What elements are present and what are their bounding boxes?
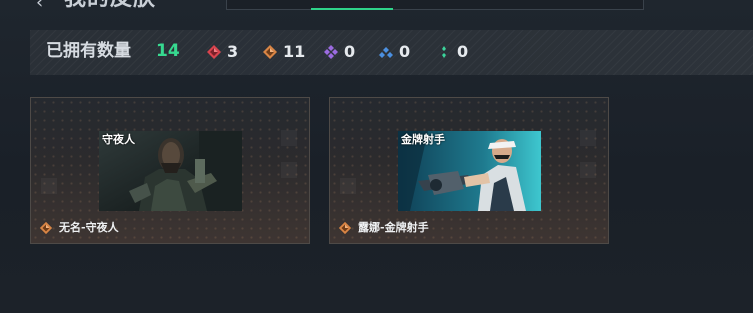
tab-strip[interactable] (226, 0, 644, 10)
card-decoration (281, 130, 297, 146)
skin-name: 无名-守夜人 (59, 221, 119, 234)
active-tab-indicator (311, 8, 393, 10)
skin-name-row: 露娜-金牌射手 (338, 220, 429, 236)
card-decoration (41, 178, 57, 194)
rarity-count-red: 3 (206, 42, 238, 62)
skin-thumbnail-logo: 金牌射手 (401, 133, 445, 146)
owned-count-bar: 已拥有数量 14 3 11 0 0 0 (30, 30, 753, 75)
orange-gem-icon (263, 45, 277, 59)
rarity-count-value: 3 (227, 42, 239, 61)
blue-gem-icon (379, 47, 393, 58)
card-decoration (281, 162, 297, 178)
skin-card[interactable]: 守夜人 无名-守夜人 (30, 97, 310, 244)
skin-thumbnail: 金牌射手 (398, 131, 541, 211)
rarity-count-green: 0 (436, 42, 468, 62)
rarity-count-orange: 11 (262, 42, 305, 62)
rarity-count-value: 11 (283, 42, 306, 61)
owned-count-total: 14 (156, 41, 180, 61)
card-decoration (580, 162, 596, 178)
rarity-count-value: 0 (399, 42, 411, 61)
rarity-count-blue: 0 (378, 42, 410, 62)
green-gem-icon (442, 46, 446, 58)
orange-gem-icon (338, 221, 352, 235)
owned-count-label: 已拥有数量 (46, 41, 131, 61)
skin-name: 露娜-金牌射手 (358, 221, 429, 234)
back-arrow-icon[interactable]: ‹ (36, 0, 43, 12)
rarity-count-value: 0 (344, 42, 356, 61)
rarity-count-purple: 0 (323, 42, 355, 62)
page-title: 我的皮肤 (64, 0, 156, 10)
purple-gem-icon (324, 45, 338, 59)
skin-card[interactable]: 金牌射手 露娜-金牌射手 (329, 97, 609, 244)
rarity-count-value: 0 (457, 42, 469, 61)
skin-collection-page: ‹ 我的皮肤 已拥有数量 14 3 11 (0, 0, 753, 313)
red-gem-icon (207, 45, 221, 59)
card-decoration (340, 178, 356, 194)
top-bar: ‹ 我的皮肤 (0, 0, 753, 22)
skin-thumbnail: 守夜人 (99, 131, 242, 211)
orange-gem-icon (39, 221, 53, 235)
skin-name-row: 无名-守夜人 (39, 220, 119, 236)
skin-thumbnail-logo: 守夜人 (102, 133, 135, 146)
card-decoration (580, 130, 596, 146)
